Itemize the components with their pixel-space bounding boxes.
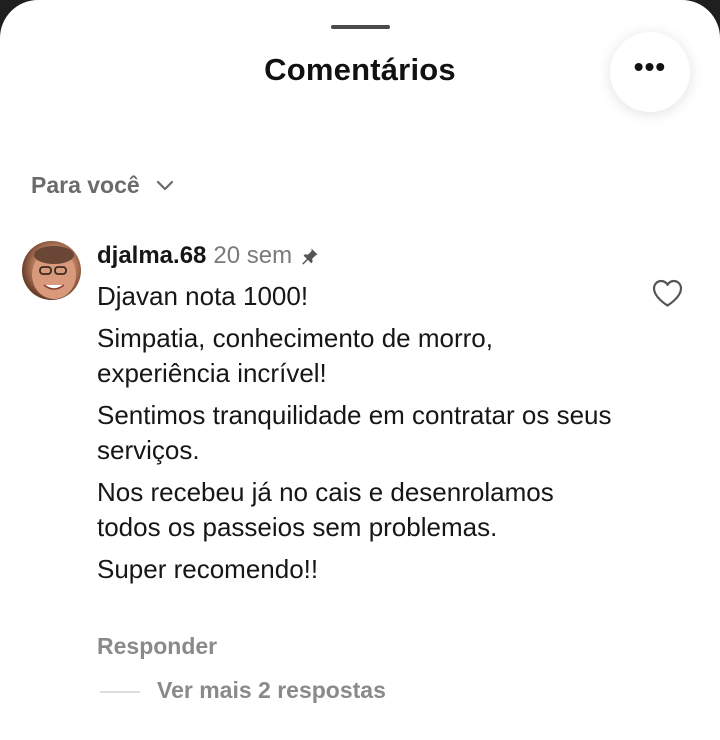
more-options-button[interactable]: ••• <box>610 32 690 112</box>
comment-paragraph: Super recomendo!! <box>97 554 319 584</box>
pin-icon <box>302 248 318 265</box>
filter-label: Para você <box>31 172 140 198</box>
comments-sheet: Comentários ••• Para você djalma.68 20 s… <box>0 0 720 740</box>
sort-filter-dropdown[interactable]: Para você <box>31 172 174 199</box>
reply-button[interactable]: Responder <box>97 633 217 660</box>
comment-paragraph: Nos recebeu já no cais e desenrolamos to… <box>97 477 554 542</box>
replies-divider <box>100 691 140 693</box>
heart-icon[interactable] <box>651 278 684 308</box>
chevron-down-icon <box>156 180 173 190</box>
comment-username[interactable]: djalma.68 <box>97 242 206 270</box>
comment-time: 20 sem <box>213 242 293 269</box>
avatar[interactable] <box>22 241 81 300</box>
more-horizontal-icon: ••• <box>633 51 667 82</box>
sheet-grabber[interactable] <box>331 25 390 29</box>
comment: djalma.68 20 sem Djavan nota 1000! Simpa… <box>97 238 637 587</box>
comment-meta: djalma.68 20 sem <box>97 238 637 274</box>
comment-paragraph: Simpatia, conhecimento de morro, experiê… <box>97 323 493 388</box>
avatar-photo <box>32 246 76 299</box>
comment-paragraph: Sentimos tranquilidade em contratar os s… <box>97 400 612 465</box>
view-replies-button[interactable]: Ver mais 2 respostas <box>157 677 386 704</box>
comment-text: Djavan nota 1000! Simpatia, conhecimento… <box>97 279 637 587</box>
comment-paragraph: Djavan nota 1000! <box>97 281 309 311</box>
